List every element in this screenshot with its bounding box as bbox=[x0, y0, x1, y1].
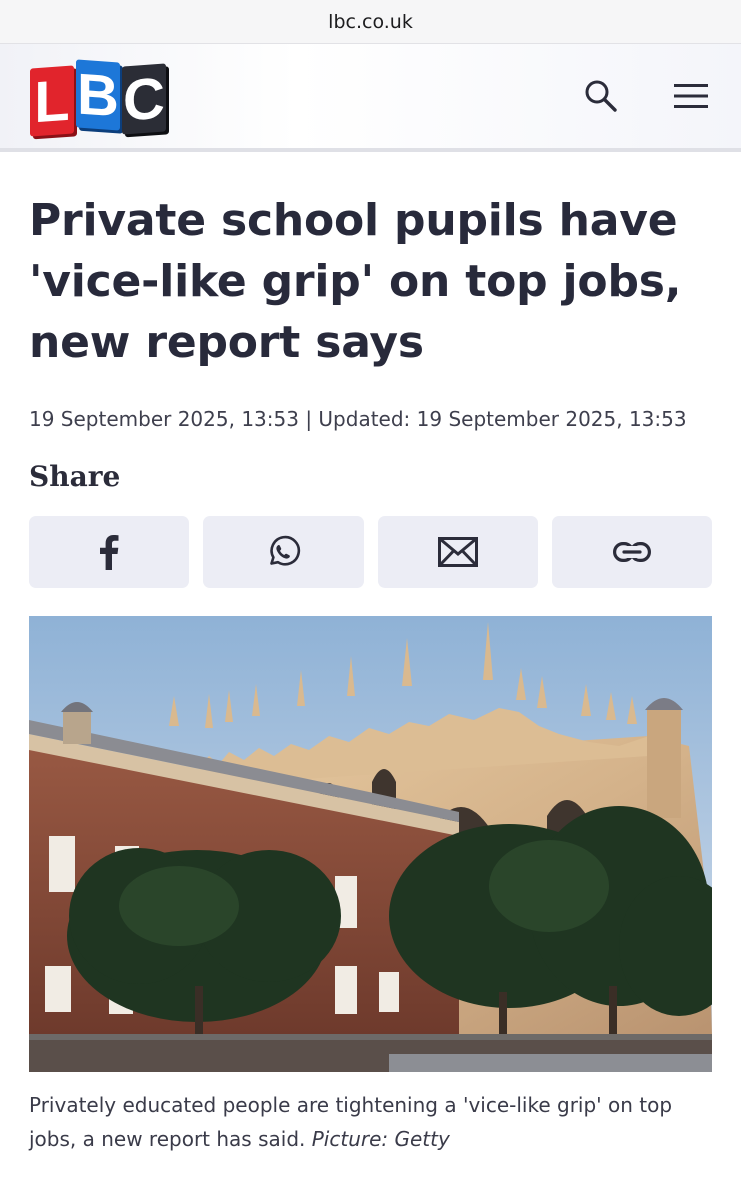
share-whatsapp-button[interactable] bbox=[203, 516, 364, 588]
lbc-logo[interactable]: L B C bbox=[30, 59, 166, 137]
share-heading: Share bbox=[29, 460, 121, 493]
site-header: L B C bbox=[0, 44, 741, 152]
whatsapp-icon bbox=[270, 535, 301, 566]
search-icon bbox=[585, 80, 617, 112]
logo-letter-c: C bbox=[122, 63, 166, 135]
article-headline: Private school pupils have 'vice-like gr… bbox=[29, 195, 682, 368]
article-hero-image bbox=[29, 616, 712, 1072]
menu-button[interactable] bbox=[671, 76, 711, 116]
email-icon bbox=[437, 537, 478, 567]
share-email-button[interactable] bbox=[377, 516, 538, 588]
url-text: lbc.co.uk bbox=[328, 10, 413, 33]
link-icon bbox=[612, 542, 651, 562]
logo-letter-b: B bbox=[76, 59, 120, 131]
caption-credit: Picture: Getty bbox=[311, 1127, 450, 1151]
browser-url-bar[interactable]: lbc.co.uk bbox=[0, 0, 741, 44]
header-actions bbox=[581, 76, 711, 116]
share-buttons bbox=[29, 516, 712, 588]
article-dateline: 19 September 2025, 13:53 | Updated: 19 S… bbox=[29, 407, 687, 431]
image-caption: Privately educated people are tightening… bbox=[29, 1088, 712, 1156]
hamburger-menu-icon bbox=[674, 84, 708, 108]
copy-link-button[interactable] bbox=[551, 516, 712, 588]
search-button[interactable] bbox=[581, 76, 621, 116]
share-facebook-button[interactable] bbox=[29, 516, 190, 588]
logo-letter-l: L bbox=[30, 65, 74, 137]
article: Private school pupils have 'vice-like gr… bbox=[0, 190, 741, 1156]
facebook-icon bbox=[100, 535, 119, 570]
